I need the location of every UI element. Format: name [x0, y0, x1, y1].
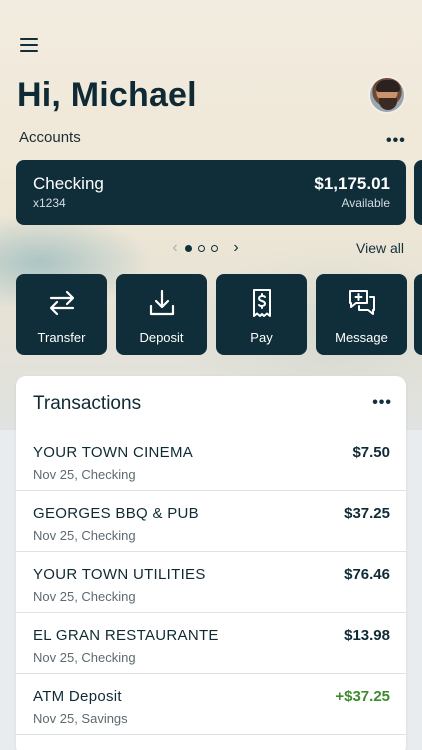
avatar-beard-shape	[379, 98, 397, 110]
more-actions-button[interactable]	[414, 274, 422, 355]
transaction-amount: +$37.25	[335, 688, 390, 705]
deposit-label: Deposit	[139, 330, 184, 345]
avatar-hair-shape	[376, 80, 400, 92]
view-all-link[interactable]: View all	[356, 240, 404, 256]
account-balance-label: Available	[341, 196, 390, 210]
transaction-row[interactable]: ATM Deposit Nov 25, Savings +$37.25	[16, 674, 406, 735]
transaction-row[interactable]: YOUR TOWN CINEMA Nov 25, Checking $7.50	[16, 430, 406, 491]
carousel-prev-icon[interactable]: ‹	[168, 239, 182, 257]
transaction-meta: Nov 25, Savings	[33, 711, 128, 726]
transaction-amount: $37.25	[344, 505, 390, 522]
transfer-icon	[49, 290, 75, 316]
transaction-merchant: ATM Deposit	[33, 688, 122, 705]
transaction-amount: $13.98	[344, 627, 390, 644]
pay-button[interactable]: Pay	[216, 274, 307, 355]
account-carousel-pager: ‹ ›	[168, 238, 258, 258]
transaction-merchant: YOUR TOWN UTILITIES	[33, 566, 206, 583]
transaction-meta: Nov 25, Checking	[33, 528, 136, 543]
account-balance: $1,175.01	[314, 174, 390, 193]
transaction-merchant: EL GRAN RESTAURANTE	[33, 627, 219, 644]
carousel-next-icon[interactable]: ›	[229, 239, 243, 257]
hamburger-menu-icon[interactable]	[20, 38, 38, 52]
transaction-meta: Nov 25, Checking	[33, 467, 136, 482]
avatar[interactable]	[368, 76, 406, 114]
transaction-meta: Nov 25, Checking	[33, 650, 136, 665]
account-number: x1234	[33, 196, 66, 210]
carousel-dot-3[interactable]	[211, 244, 218, 252]
transaction-row[interactable]: YOUR TOWN UTILITIES Nov 25, Checking $76…	[16, 552, 406, 613]
pay-label: Pay	[250, 330, 273, 345]
transaction-merchant: GEORGES BBQ & PUB	[33, 505, 199, 522]
transactions-title: Transactions	[33, 393, 142, 414]
accounts-more-icon[interactable]: •••	[386, 132, 406, 150]
transaction-meta: Nov 25, Checking	[33, 589, 136, 604]
message-label: Message	[335, 330, 388, 345]
account-name: Checking	[33, 174, 104, 193]
account-card-checking[interactable]: Checking x1234 $1,175.01 Available	[16, 160, 406, 225]
transfer-button[interactable]: Transfer	[16, 274, 107, 355]
transactions-more-icon[interactable]: •••	[372, 394, 392, 412]
transaction-amount: $7.50	[352, 444, 390, 461]
deposit-button[interactable]: Deposit	[116, 274, 207, 355]
accounts-label: Accounts	[19, 129, 81, 146]
transaction-row[interactable]: EL GRAN RESTAURANTE Nov 25, Checking $13…	[16, 613, 406, 674]
message-icon	[349, 290, 375, 315]
carousel-dot-2[interactable]	[198, 244, 205, 252]
transaction-row[interactable]: GEORGES BBQ & PUB Nov 25, Checking $37.2…	[16, 491, 406, 552]
transactions-panel: Transactions ••• YOUR TOWN CINEMA Nov 25…	[16, 376, 406, 750]
greeting-title: Hi, Michael	[17, 76, 197, 114]
carousel-dot-1[interactable]	[185, 244, 192, 252]
next-account-card[interactable]	[414, 160, 422, 225]
message-button[interactable]: Message	[316, 274, 407, 355]
transfer-label: Transfer	[37, 330, 86, 345]
transaction-merchant: YOUR TOWN CINEMA	[33, 444, 194, 461]
deposit-icon	[149, 289, 175, 316]
bill-pay-icon	[253, 289, 271, 317]
transaction-amount: $76.46	[344, 566, 390, 583]
